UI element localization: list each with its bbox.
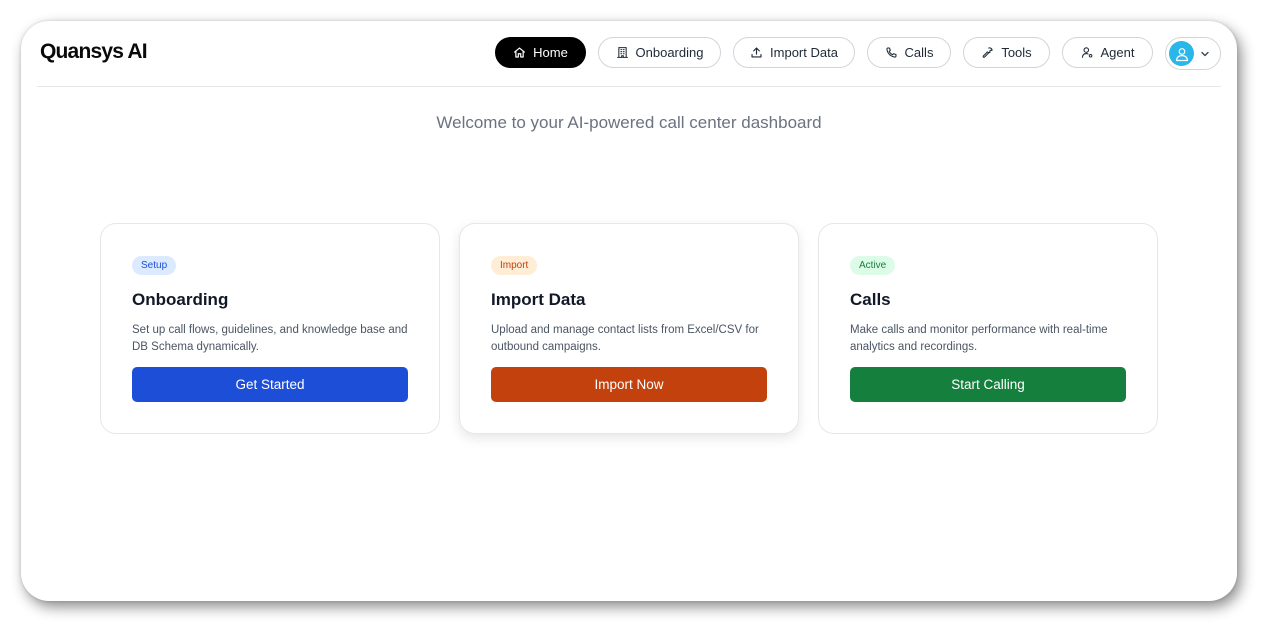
nav-import-data-label: Import Data [770, 45, 838, 60]
nav-import-data-button[interactable]: Import Data [733, 37, 855, 68]
nav-onboarding-label: Onboarding [635, 45, 704, 60]
app-window: Quansys AI Home Onboarding Import Data C… [21, 21, 1237, 601]
calls-card: Active Calls Make calls and monitor perf… [818, 223, 1158, 434]
card-description: Upload and manage contact lists from Exc… [491, 324, 759, 353]
card-description: Set up call flows, guidelines, and knowl… [132, 324, 408, 353]
nav-calls-button[interactable]: Calls [867, 37, 951, 68]
home-icon [514, 47, 526, 58]
building-icon [616, 47, 628, 58]
onboarding-card: Setup Onboarding Set up call flows, guid… [100, 223, 440, 434]
status-badge: Active [850, 256, 896, 275]
user-avatar-icon [1175, 47, 1188, 61]
nav-home-button[interactable]: Home [495, 37, 586, 68]
card-description: Make calls and monitor performance with … [850, 324, 1108, 353]
nav-agent-button[interactable]: Agent [1062, 37, 1153, 68]
avatar [1169, 41, 1194, 66]
page-subtitle: Welcome to your AI-powered call center d… [436, 113, 822, 132]
nav-onboarding-button[interactable]: Onboarding [598, 37, 721, 68]
import-data-card: Import Import Data Upload and manage con… [459, 223, 799, 434]
nav-tools-label: Tools [1001, 45, 1032, 60]
card-title: Import Data [491, 290, 586, 309]
top-navbar: Quansys AI Home Onboarding Import Data C… [37, 21, 1221, 87]
phone-icon [885, 47, 897, 58]
nav-calls-label: Calls [904, 45, 934, 60]
start-calling-button[interactable]: Start Calling [850, 367, 1126, 402]
logo[interactable]: Quansys AI [40, 40, 148, 64]
get-started-button[interactable]: Get Started [132, 367, 408, 402]
nav-tools-button[interactable]: Tools [963, 37, 1050, 68]
chevron-down-icon [1200, 49, 1210, 59]
user-menu-button[interactable] [1165, 37, 1221, 70]
wrench-icon [982, 47, 993, 58]
upload-icon [751, 47, 762, 58]
nav-agent-label: Agent [1100, 45, 1135, 60]
status-badge: Setup [132, 256, 177, 275]
import-now-button[interactable]: Import Now [491, 367, 767, 402]
card-title: Calls [850, 290, 891, 309]
status-badge: Import [491, 256, 538, 275]
user-gear-icon [1081, 47, 1092, 58]
nav-home-label: Home [533, 45, 568, 60]
card-title: Onboarding [132, 290, 229, 309]
